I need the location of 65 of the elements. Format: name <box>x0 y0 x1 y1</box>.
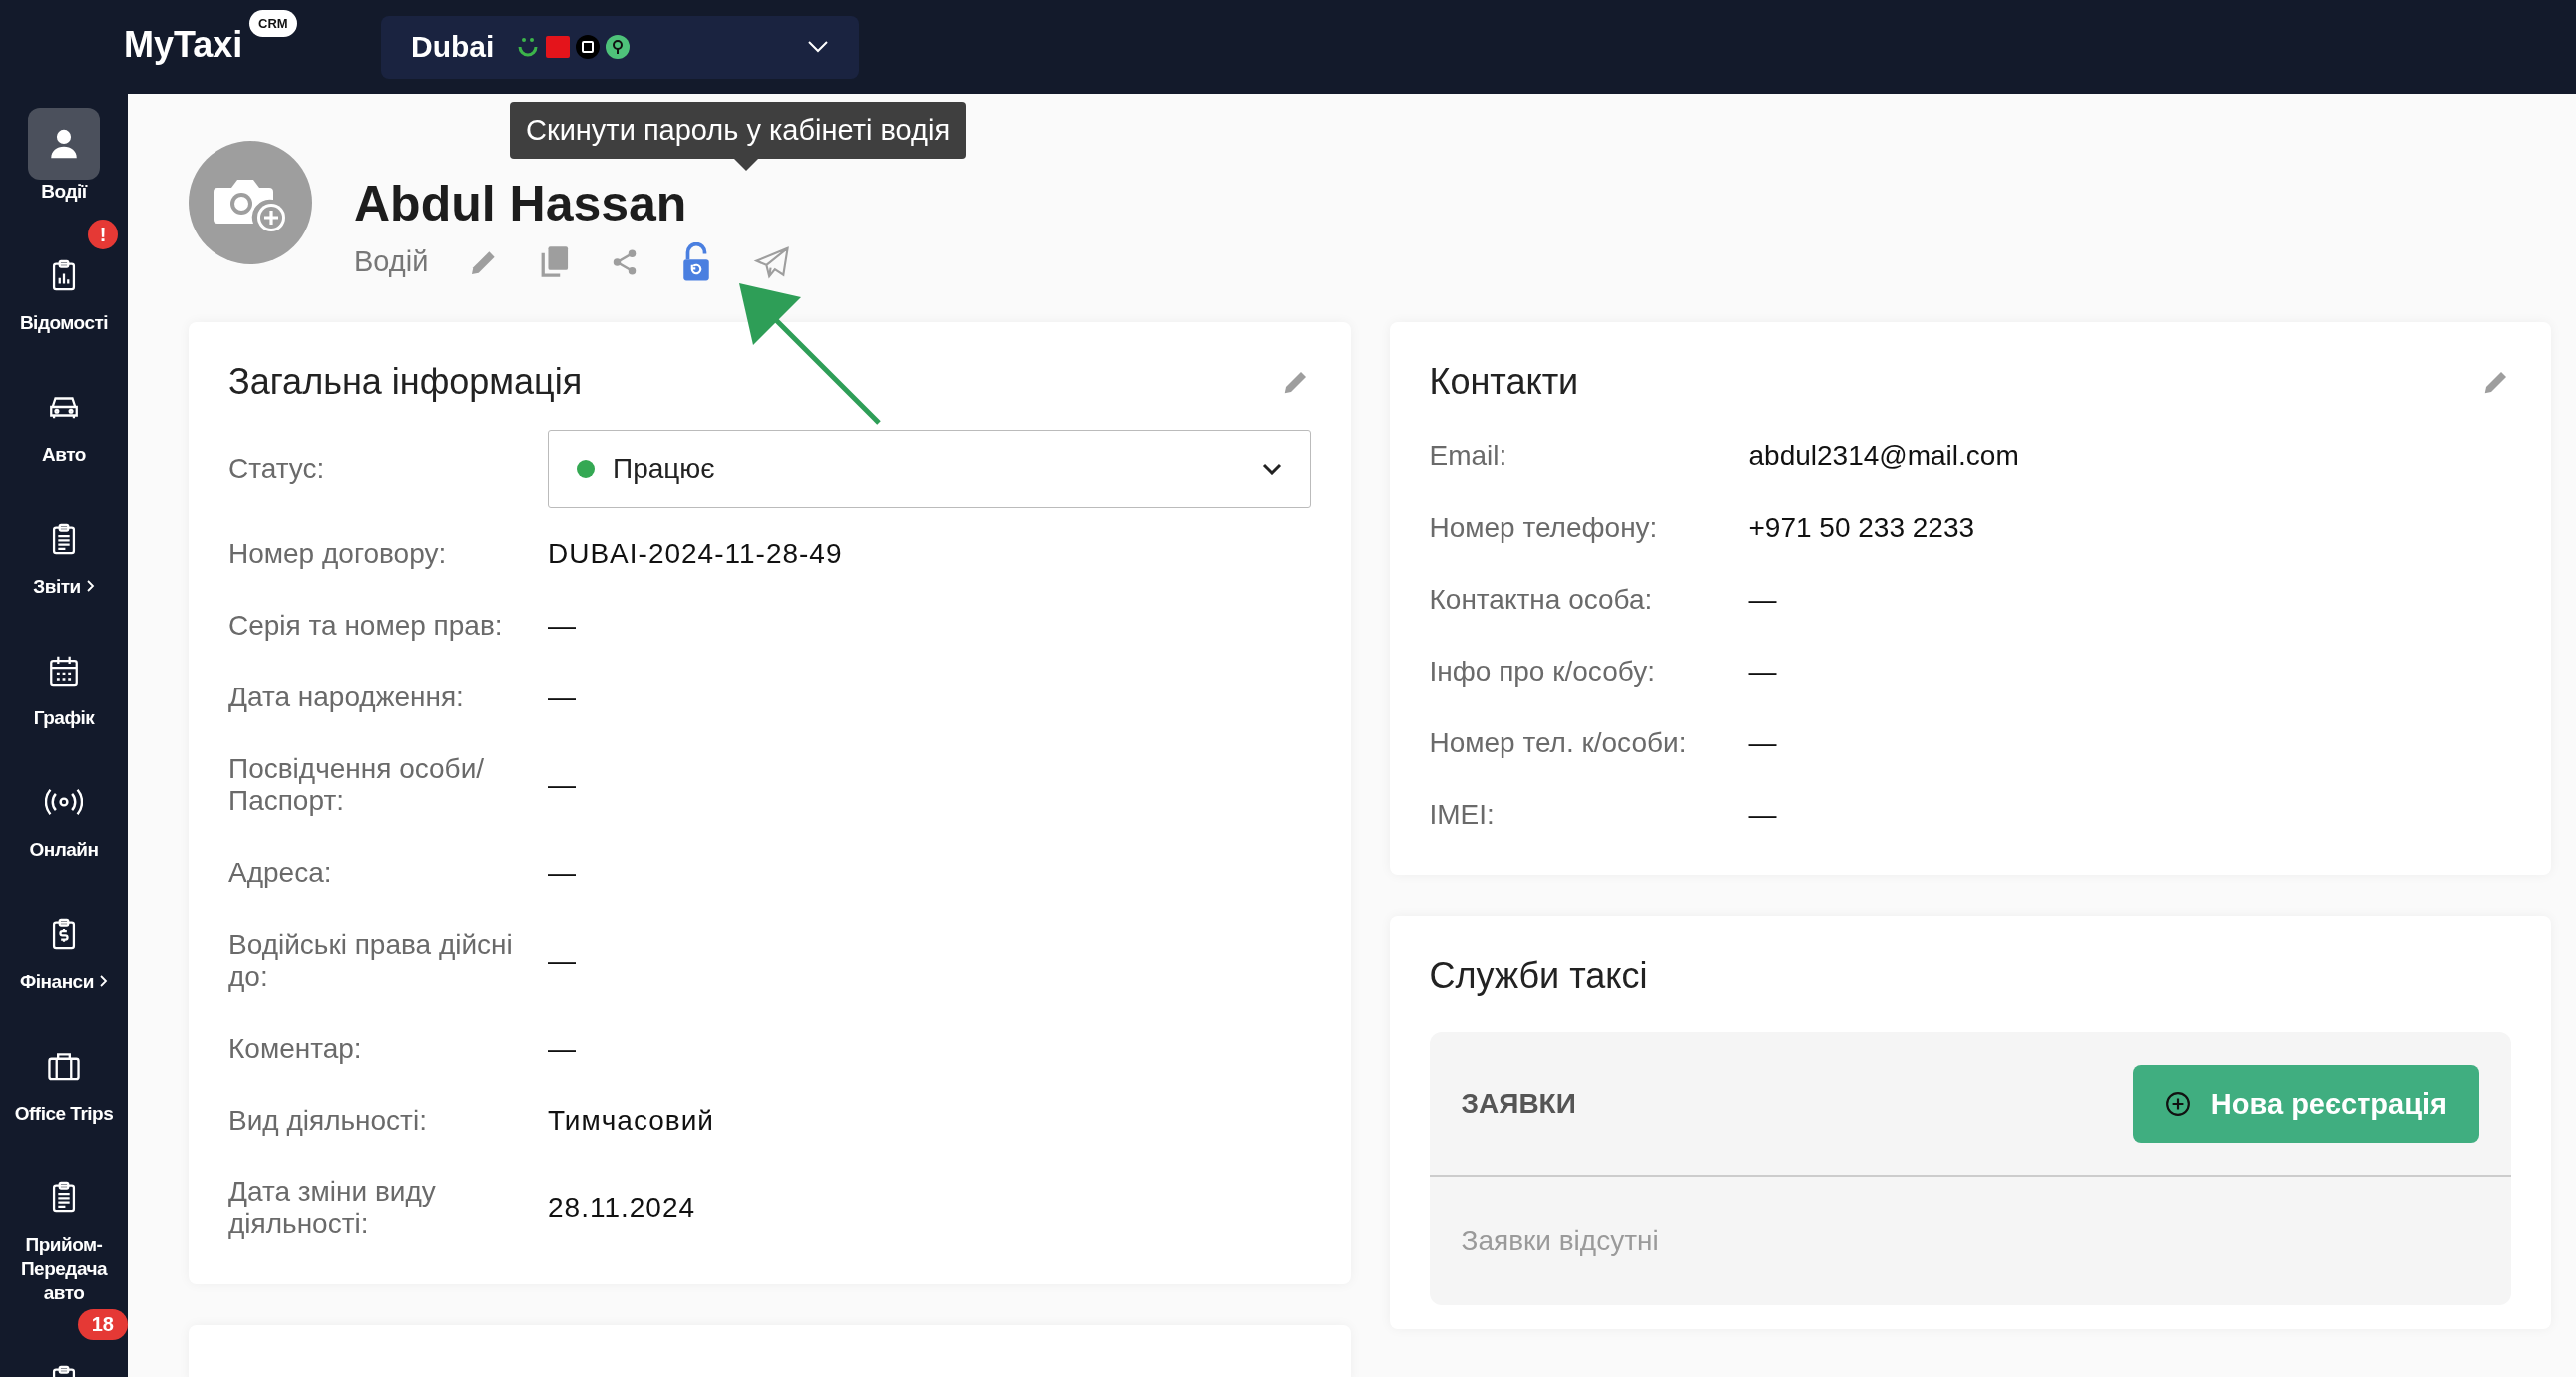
field-value: — <box>1748 656 1777 688</box>
field-label: Посвідчення особи/ Паспорт: <box>228 753 486 817</box>
card-title: Служби таксі <box>1429 955 1648 997</box>
notification-badge: 18 <box>77 1309 128 1340</box>
chevron-down-icon <box>807 40 829 54</box>
card-title: Контакти <box>1429 361 1579 403</box>
field-value: DUBAI-2024-11-28-49 <box>548 538 843 570</box>
field-label: Номер тел. к/особи: <box>1429 727 1688 759</box>
field-value: — <box>1748 727 1777 759</box>
field-label: Інфо про к/особу: <box>1429 656 1656 688</box>
field-label: Email: <box>1429 440 1508 472</box>
field-label: Адреса: <box>228 857 333 889</box>
field-value: 28.11.2024 <box>548 1192 696 1224</box>
card-title: Загальна інформація <box>228 361 583 403</box>
sidebar-item[interactable]: Авто <box>0 371 128 503</box>
driver-role: Водій <box>354 245 429 278</box>
sidebar-item[interactable]: Фінанси <box>0 898 128 1030</box>
sidebar-item[interactable]: Онлайн <box>0 766 128 898</box>
field-value: — <box>1748 584 1777 616</box>
field-value: Тимчасовий <box>548 1105 714 1137</box>
field-value: +971 50 233 2233 <box>1748 512 1975 544</box>
field-label: IMEI: <box>1429 799 1496 831</box>
field-label: Номер договору: <box>228 538 448 570</box>
field-value: — <box>548 610 577 642</box>
briefcase-icon <box>46 1050 82 1082</box>
field-label: Дата зміни виду діяльності: <box>228 1176 437 1240</box>
field-value: — <box>548 682 577 713</box>
chevron-right-icon <box>85 579 95 593</box>
pin-icon <box>606 35 631 59</box>
field-label: Номер телефону: <box>1429 512 1659 544</box>
status-dropdown[interactable]: Працює <box>548 430 1311 508</box>
copy-icon[interactable] <box>540 244 571 279</box>
field-label: Контактна особа: <box>1429 584 1654 616</box>
field-label: Вид діяльності: <box>228 1105 428 1137</box>
notification-badge: ! <box>88 220 118 249</box>
field-label: Дата народження: <box>228 682 465 713</box>
field-label: Коментар: <box>228 1033 363 1065</box>
field-value: — <box>548 769 577 801</box>
logo[interactable]: MyTaxi <box>124 24 243 66</box>
field-label: Серія та номер прав: <box>228 610 504 642</box>
driver-name: Abdul Hassan <box>354 174 688 232</box>
field-label: Статус: <box>228 453 326 485</box>
logo-badge: CRM <box>249 10 297 37</box>
empty-message: Заявки відсутні <box>1460 1224 1660 1258</box>
field-label: Водійські права дійсні до: <box>228 929 514 993</box>
sidebar-item[interactable]: Графік <box>0 635 128 766</box>
square-logo-icon <box>546 36 571 58</box>
broadcast-icon <box>45 787 83 817</box>
send-icon[interactable] <box>753 244 792 279</box>
round-logo-icon <box>576 35 601 59</box>
section-heading: ЗАЯВКИ <box>1461 1088 1576 1120</box>
sidebar-item[interactable]: Прийом-Передача авто <box>0 1161 128 1305</box>
sidebar-item[interactable]: Office Trips <box>0 1030 128 1161</box>
field-value: abdul2314@mail.com <box>1748 440 2019 472</box>
tooltip: Скинути пароль у кабінеті водія <box>510 102 967 171</box>
city-dropdown[interactable]: Dubai <box>381 15 859 79</box>
calendar-icon <box>47 654 81 688</box>
field-value: — <box>548 945 577 977</box>
chevron-right-icon <box>98 974 108 988</box>
plus-circle-icon <box>2164 1091 2191 1117</box>
field-value: — <box>548 1033 577 1065</box>
field-value: — <box>548 857 577 889</box>
chevron-down-icon <box>1261 463 1282 475</box>
field-value: — <box>1748 799 1777 831</box>
sidebar-item[interactable]: Звіти <box>0 503 128 635</box>
